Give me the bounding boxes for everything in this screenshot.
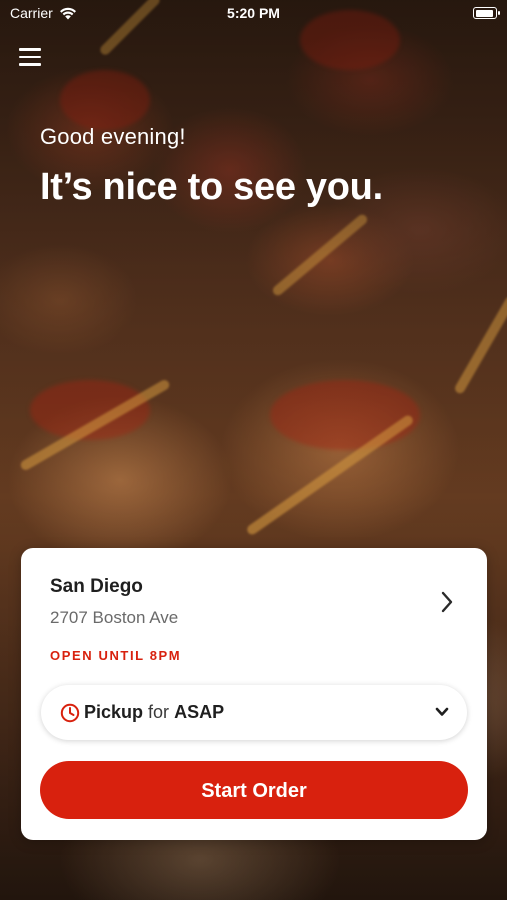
order-mode: Pickup [84, 702, 144, 722]
menu-line [19, 55, 41, 58]
status-bar: Carrier 5:20 PM [0, 0, 507, 28]
location-name: San Diego [50, 576, 143, 597]
start-order-button[interactable]: Start Order [40, 761, 468, 819]
home-screen: Carrier 5:20 PM Good evening! It’s nice … [0, 0, 507, 900]
location-selector[interactable]: San Diego 2707 Boston Ave [21, 548, 487, 638]
chevron-down-icon[interactable] [435, 707, 449, 717]
chevron-right-icon[interactable] [439, 590, 455, 614]
location-card: San Diego 2707 Boston Ave OPEN UNTIL 8PM… [21, 548, 487, 840]
greeting-text: Good evening! [40, 124, 186, 149]
clock-icon [60, 703, 80, 723]
menu-line [19, 63, 41, 66]
menu-line [19, 48, 41, 51]
status-time: 5:20 PM [227, 5, 280, 21]
order-type-selector[interactable]: Pickup for ASAP [41, 685, 467, 740]
order-time: ASAP [174, 702, 225, 722]
headline-text: It’s nice to see you. [40, 166, 383, 208]
battery-icon [473, 7, 500, 19]
order-type-label: Pickup for ASAP [84, 702, 224, 723]
hours-status: OPEN UNTIL 8PM [50, 648, 182, 663]
hamburger-menu-icon[interactable] [19, 48, 41, 68]
order-connector: for [148, 702, 170, 722]
battery-level [475, 9, 493, 17]
location-address: 2707 Boston Ave [50, 608, 179, 627]
